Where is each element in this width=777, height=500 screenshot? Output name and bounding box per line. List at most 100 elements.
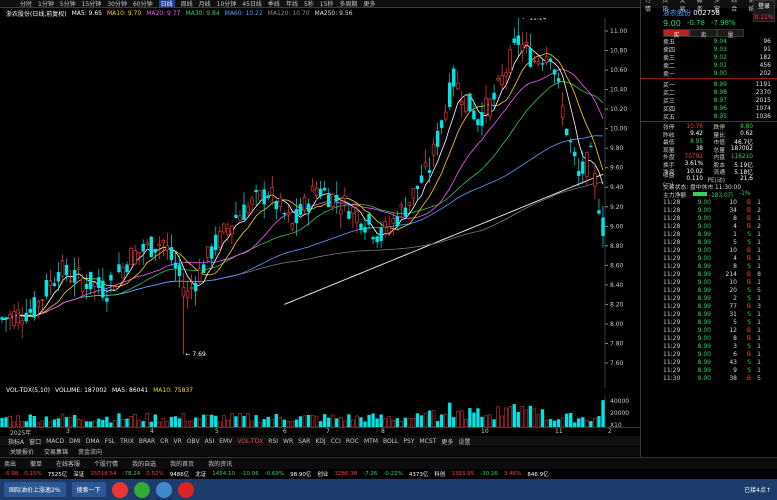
footer-tab[interactable]: 我的首页 (170, 459, 194, 468)
volume-chart[interactable]: 4000020000X10 (0, 395, 640, 427)
period-tab[interactable]: 15分钟 (82, 0, 102, 7)
indicator-tab[interactable]: CR (160, 438, 168, 445)
tick-list[interactable]: 11:28 9.00 10 B 1 11:28 9.00 34 B 2 11:28 9.00 8 B 1 11… (641, 198, 777, 382)
book-price: 9.02 (713, 53, 727, 61)
indicator-tab[interactable]: TRIX (120, 438, 134, 445)
volume-bar (415, 413, 420, 427)
indicator-tab[interactable]: DMI (69, 438, 81, 445)
footer-tab[interactable]: 卖出 (4, 459, 16, 468)
indicator-tab[interactable]: MTM (364, 438, 378, 445)
indicator-tab[interactable]: 设置 (458, 437, 470, 446)
stats-grid: 张停 10.76 跌停 8.80 昨收 9.42 量比 0.62 最低 8.95 市值 46.7亿 现量… (641, 123, 777, 189)
book-row[interactable]: 买五 8.95 1036 (641, 112, 777, 121)
sub-tab[interactable]: 交易集锦 (44, 447, 68, 456)
indicator-tab[interactable]: SAR (298, 438, 310, 445)
book-row[interactable]: 卖一 9.00 202 (641, 69, 777, 78)
period-tab[interactable]: 周线 (181, 0, 193, 7)
candle-body (552, 69, 557, 75)
candle-body (210, 246, 214, 259)
indicator-tab[interactable]: BOLL (383, 438, 398, 445)
candle-body (222, 223, 226, 233)
candle-body (391, 218, 395, 224)
tick-count: 5 (757, 286, 761, 294)
order-tab[interactable]: 量 (717, 29, 744, 39)
period-tab[interactable]: 5秒 (304, 0, 314, 7)
tick-time: 11:29 (663, 270, 681, 278)
indicator-tab[interactable]: ROC (346, 438, 359, 445)
candle-body (40, 299, 45, 301)
stock-app-icon[interactable] (177, 481, 194, 498)
order-tab[interactable]: 卖 (690, 29, 717, 39)
candle-body (238, 215, 242, 221)
volume-bar (407, 418, 412, 427)
login-button[interactable]: 登录 0.11% (753, 0, 775, 22)
book-price: 8.99 (713, 80, 727, 88)
period-tab[interactable]: 更多 (363, 0, 375, 7)
tick-count: 1 (757, 230, 761, 238)
indicator-tab[interactable]: CCI (331, 438, 341, 445)
tick-count: 3 (757, 302, 761, 310)
kline-chart[interactable]: 11.00 10.80 10.60 10.40 10.20 10.00 9.80 9.60 9.… (0, 18, 640, 388)
ma120-value: MA120: 10.70 (267, 9, 310, 17)
indicator-tab[interactable]: ASI (205, 438, 215, 445)
indicator-tab[interactable]: VR (174, 438, 182, 445)
indicator-tab[interactable]: RSI (268, 438, 278, 445)
index-value: 4373亿 (408, 472, 429, 478)
indicator-tab[interactable]: PSY (403, 438, 414, 445)
indicator-tab[interactable]: 窗口 (29, 437, 41, 446)
period-tab[interactable]: 季线 (268, 0, 280, 7)
indicator-tab[interactable]: 更多 (441, 437, 453, 446)
candle-body (314, 187, 319, 196)
candle-body (452, 68, 456, 87)
footer-tab[interactable]: 撤单 (30, 459, 42, 468)
sub-tab[interactable]: 资金流向 (78, 447, 102, 456)
period-tab[interactable]: 15秒 (320, 0, 334, 7)
indicator-tab[interactable]: BRAR (139, 438, 155, 445)
period-tab[interactable]: 月线 (199, 0, 211, 7)
candle-body (351, 206, 355, 214)
taskbar-news[interactable]: 国际油价上涨逾2% (4, 482, 66, 497)
candle-body (528, 48, 533, 67)
indicator-tab[interactable]: VOL-TDX (237, 438, 263, 445)
footer-tab[interactable]: 我的资讯 (208, 459, 232, 468)
candle-body (129, 248, 133, 265)
footer-tab[interactable]: 我的自选 (132, 459, 156, 468)
volume-bar (230, 413, 234, 427)
period-tab[interactable]: 60分钟 (133, 0, 153, 7)
period-tab[interactable]: 5分钟 (60, 0, 76, 7)
period-tab[interactable]: 45日线 (242, 0, 262, 7)
sub-tab[interactable]: 关联报价 (10, 447, 34, 456)
footer-tab[interactable]: 在线客服 (56, 459, 80, 468)
volume-bar (206, 415, 210, 427)
footer-tab[interactable]: 个股行情 (94, 459, 118, 468)
period-tab[interactable]: 30分钟 (107, 0, 127, 7)
indicator-tab[interactable]: MCST (419, 438, 436, 445)
volume-bar (379, 414, 383, 427)
indicator-tab[interactable]: KDJ (315, 438, 325, 445)
indicator-tab[interactable]: FSL (105, 438, 116, 445)
tick-time: 11:28 (663, 238, 681, 246)
period-tab[interactable]: 多周期 (339, 0, 357, 7)
period-tab[interactable]: 10分钟 (217, 0, 237, 7)
indicator-tab[interactable]: DMA (86, 438, 100, 445)
taskbar-search[interactable]: 搜索一下 (71, 482, 106, 497)
period-tab[interactable]: 1分钟 (38, 0, 54, 7)
indicator-tab[interactable]: WR (283, 438, 293, 445)
period-tab[interactable]: 年线 (286, 0, 298, 7)
period-tab[interactable]: 日线 (158, 0, 175, 7)
main-flow-value: -183.0万 (709, 192, 734, 199)
chrome-icon[interactable] (111, 481, 128, 498)
indicator-tab[interactable]: EMV (219, 438, 232, 445)
candle-body (556, 78, 561, 82)
candle-body (218, 230, 222, 248)
volume-bar (177, 418, 182, 427)
indicator-tab[interactable]: 指标A (8, 437, 24, 446)
browser-icon[interactable] (155, 481, 172, 498)
volume-bar (439, 414, 444, 427)
indicator-tab[interactable]: OBV (187, 438, 200, 445)
period-tab[interactable]: 分时 (20, 0, 32, 7)
volume-bar (484, 415, 488, 427)
indicator-tab[interactable]: MACD (46, 438, 64, 445)
app-icon[interactable] (133, 481, 150, 498)
volume-bar (448, 402, 452, 427)
